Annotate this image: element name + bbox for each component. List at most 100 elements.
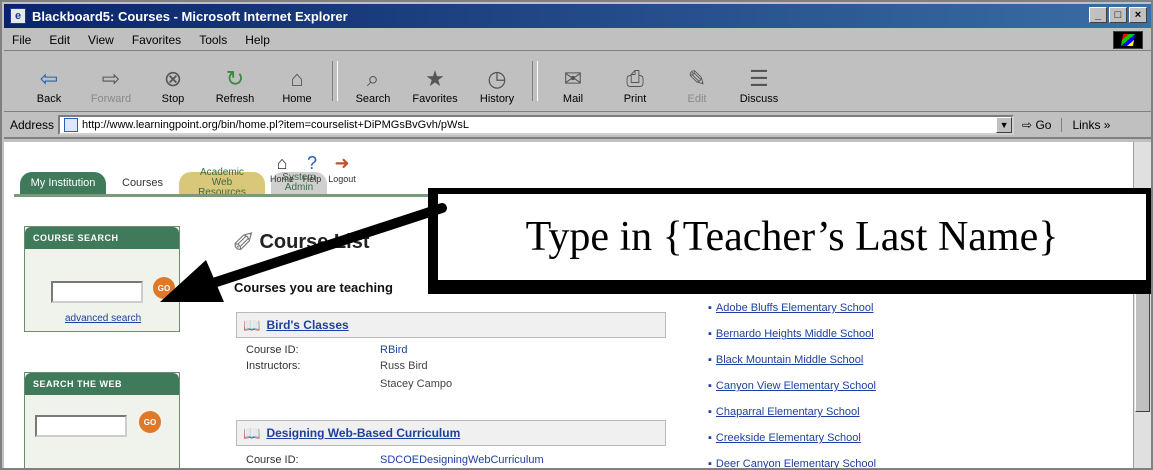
- search-button[interactable]: ⌕ Search: [342, 65, 404, 105]
- address-dropdown-icon[interactable]: ▼: [996, 117, 1013, 133]
- scrollbar-thumb[interactable]: [1135, 292, 1150, 412]
- school-link[interactable]: Chaparral Elementary School: [708, 406, 860, 418]
- course-link-birds-classes[interactable]: Bird's Classes: [266, 318, 348, 332]
- course-item-designing-web-curriculum: 📖 Designing Web-Based Curriculum: [236, 420, 666, 446]
- back-label: Back: [36, 93, 62, 105]
- history-icon: ◷: [487, 66, 507, 91]
- course-id-label: Course ID:: [246, 344, 299, 356]
- nav-help-label: Help: [302, 174, 322, 184]
- course-id-value: RBird: [380, 344, 408, 356]
- discuss-label: Discuss: [739, 93, 779, 105]
- school-link[interactable]: Deer Canyon Elementary School: [708, 458, 876, 468]
- window-title: Blackboard5: Courses - Microsoft Interne…: [32, 8, 348, 24]
- web-search-module: SEARCH THE WEB GO: [24, 372, 180, 468]
- edit-label: Edit: [687, 93, 707, 105]
- discuss-icon: ☰: [749, 66, 769, 91]
- instructor-name: Russ Bird: [380, 360, 428, 372]
- ie-app-icon[interactable]: e: [10, 8, 26, 24]
- callout-arrow-icon: [160, 203, 447, 302]
- course-link-designing-web-curriculum[interactable]: Designing Web-Based Curriculum: [266, 426, 460, 440]
- tab-my-institution[interactable]: My Institution: [20, 172, 106, 194]
- discuss-button[interactable]: ☰ Discuss: [728, 65, 790, 105]
- home-icon: ⌂: [276, 153, 288, 173]
- advanced-search-link[interactable]: advanced search: [65, 313, 141, 324]
- address-label: Address: [10, 118, 55, 132]
- course-search-input[interactable]: [51, 281, 143, 303]
- school-link[interactable]: Bernardo Heights Middle School: [708, 328, 874, 340]
- go-label: Go: [1035, 118, 1052, 132]
- instructor-name: Stacey Campo: [380, 378, 453, 390]
- menu-tools[interactable]: Tools: [199, 33, 227, 47]
- history-button[interactable]: ◷ History: [466, 65, 528, 105]
- book-icon: 📖: [243, 424, 261, 441]
- edit-button[interactable]: ✎ Edit: [666, 65, 728, 105]
- school-link[interactable]: Canyon View Elementary School: [708, 380, 876, 392]
- instructors-label: Instructors:: [246, 360, 301, 372]
- links-button[interactable]: Links »: [1061, 118, 1110, 132]
- favorites-icon: ★: [425, 66, 445, 91]
- favorites-label: Favorites: [412, 93, 458, 105]
- address-bar: Address http://www.learningpoint.org/bin…: [4, 113, 1151, 139]
- go-arrow-icon: ⇨: [1022, 118, 1033, 132]
- print-button[interactable]: ⎙ Print: [604, 65, 666, 105]
- forward-label: Forward: [90, 93, 132, 105]
- callout-box: Type in {Teacher’s Last Name}: [438, 194, 1146, 280]
- back-button[interactable]: ⇦ Back: [18, 65, 80, 105]
- nav-home-label: Home: [270, 174, 295, 184]
- back-arrow-icon: ⇦: [39, 66, 59, 91]
- page-icon: [64, 118, 79, 132]
- course-id-label: Course ID:: [246, 454, 299, 466]
- toolbar-separator: [332, 61, 338, 101]
- home-icon: ⌂: [290, 66, 304, 91]
- school-link[interactable]: Black Mountain Middle School: [708, 354, 863, 366]
- menu-edit[interactable]: Edit: [49, 33, 70, 47]
- stop-icon: ⊗: [163, 66, 183, 91]
- address-url: http://www.learningpoint.org/bin/home.pl…: [82, 119, 470, 131]
- callout-text: Type in {Teacher’s Last Name}: [525, 214, 1059, 260]
- forward-button[interactable]: ⇨ Forward: [80, 65, 142, 105]
- refresh-icon: ↻: [225, 66, 245, 91]
- school-link[interactable]: Creekside Elementary School: [708, 432, 861, 444]
- help-icon: ?: [306, 153, 317, 173]
- address-input[interactable]: http://www.learningpoint.org/bin/home.pl…: [58, 115, 1015, 135]
- search-label: Search: [355, 93, 391, 105]
- close-button[interactable]: ×: [1129, 7, 1147, 23]
- refresh-label: Refresh: [215, 93, 255, 105]
- book-icon: 📖: [243, 316, 261, 333]
- course-item-birds-classes: 📖 Bird's Classes: [236, 312, 666, 338]
- favorites-button[interactable]: ★ Favorites: [404, 65, 466, 105]
- nav-logout-label: Logout: [328, 174, 356, 184]
- menu-favorites[interactable]: Favorites: [132, 33, 181, 47]
- toolbar-separator: [532, 61, 538, 101]
- nav-help-button[interactable]: ? Help: [300, 152, 324, 184]
- menu-bar: File Edit View Favorites Tools Help: [4, 29, 1151, 51]
- browser-window: e Blackboard5: Courses - Microsoft Inter…: [0, 0, 1153, 470]
- go-button[interactable]: ⇨ Go: [1022, 118, 1051, 132]
- maximize-button[interactable]: □: [1109, 7, 1127, 23]
- mail-button[interactable]: ✉ Mail: [542, 65, 604, 105]
- stop-button[interactable]: ⊗ Stop: [142, 65, 204, 105]
- mail-label: Mail: [562, 93, 584, 105]
- web-search-input[interactable]: [35, 415, 127, 437]
- tab-courses[interactable]: Courses: [112, 172, 173, 194]
- nav-icon-group: ⌂ Home ? Help ➜ Logout: [270, 152, 356, 184]
- menu-file[interactable]: File: [12, 33, 31, 47]
- tab-academic-web-resources[interactable]: Academic Web Resources: [178, 168, 265, 198]
- minimize-button[interactable]: _: [1089, 7, 1107, 23]
- home-label: Home: [282, 93, 312, 105]
- nav-home-button[interactable]: ⌂ Home: [270, 152, 294, 184]
- refresh-button[interactable]: ↻ Refresh: [204, 65, 266, 105]
- search-icon: ⌕: [366, 66, 380, 91]
- print-icon: ⎙: [626, 66, 644, 91]
- menu-view[interactable]: View: [88, 33, 114, 47]
- toolbar: ⇦ Back ⇨ Forward ⊗ Stop ↻ Refresh ⌂ Home…: [4, 52, 1151, 112]
- home-button[interactable]: ⌂ Home: [266, 65, 328, 105]
- menu-help[interactable]: Help: [245, 33, 270, 47]
- school-link[interactable]: Adobe Bluffs Elementary School: [708, 302, 874, 314]
- web-search-heading: SEARCH THE WEB: [25, 373, 179, 395]
- history-label: History: [479, 93, 515, 105]
- mail-icon: ✉: [563, 66, 583, 91]
- course-id-value: SDCOEDesigningWebCurriculum: [380, 454, 544, 466]
- nav-logout-button[interactable]: ➜ Logout: [328, 152, 356, 184]
- web-search-go-button[interactable]: GO: [139, 411, 161, 433]
